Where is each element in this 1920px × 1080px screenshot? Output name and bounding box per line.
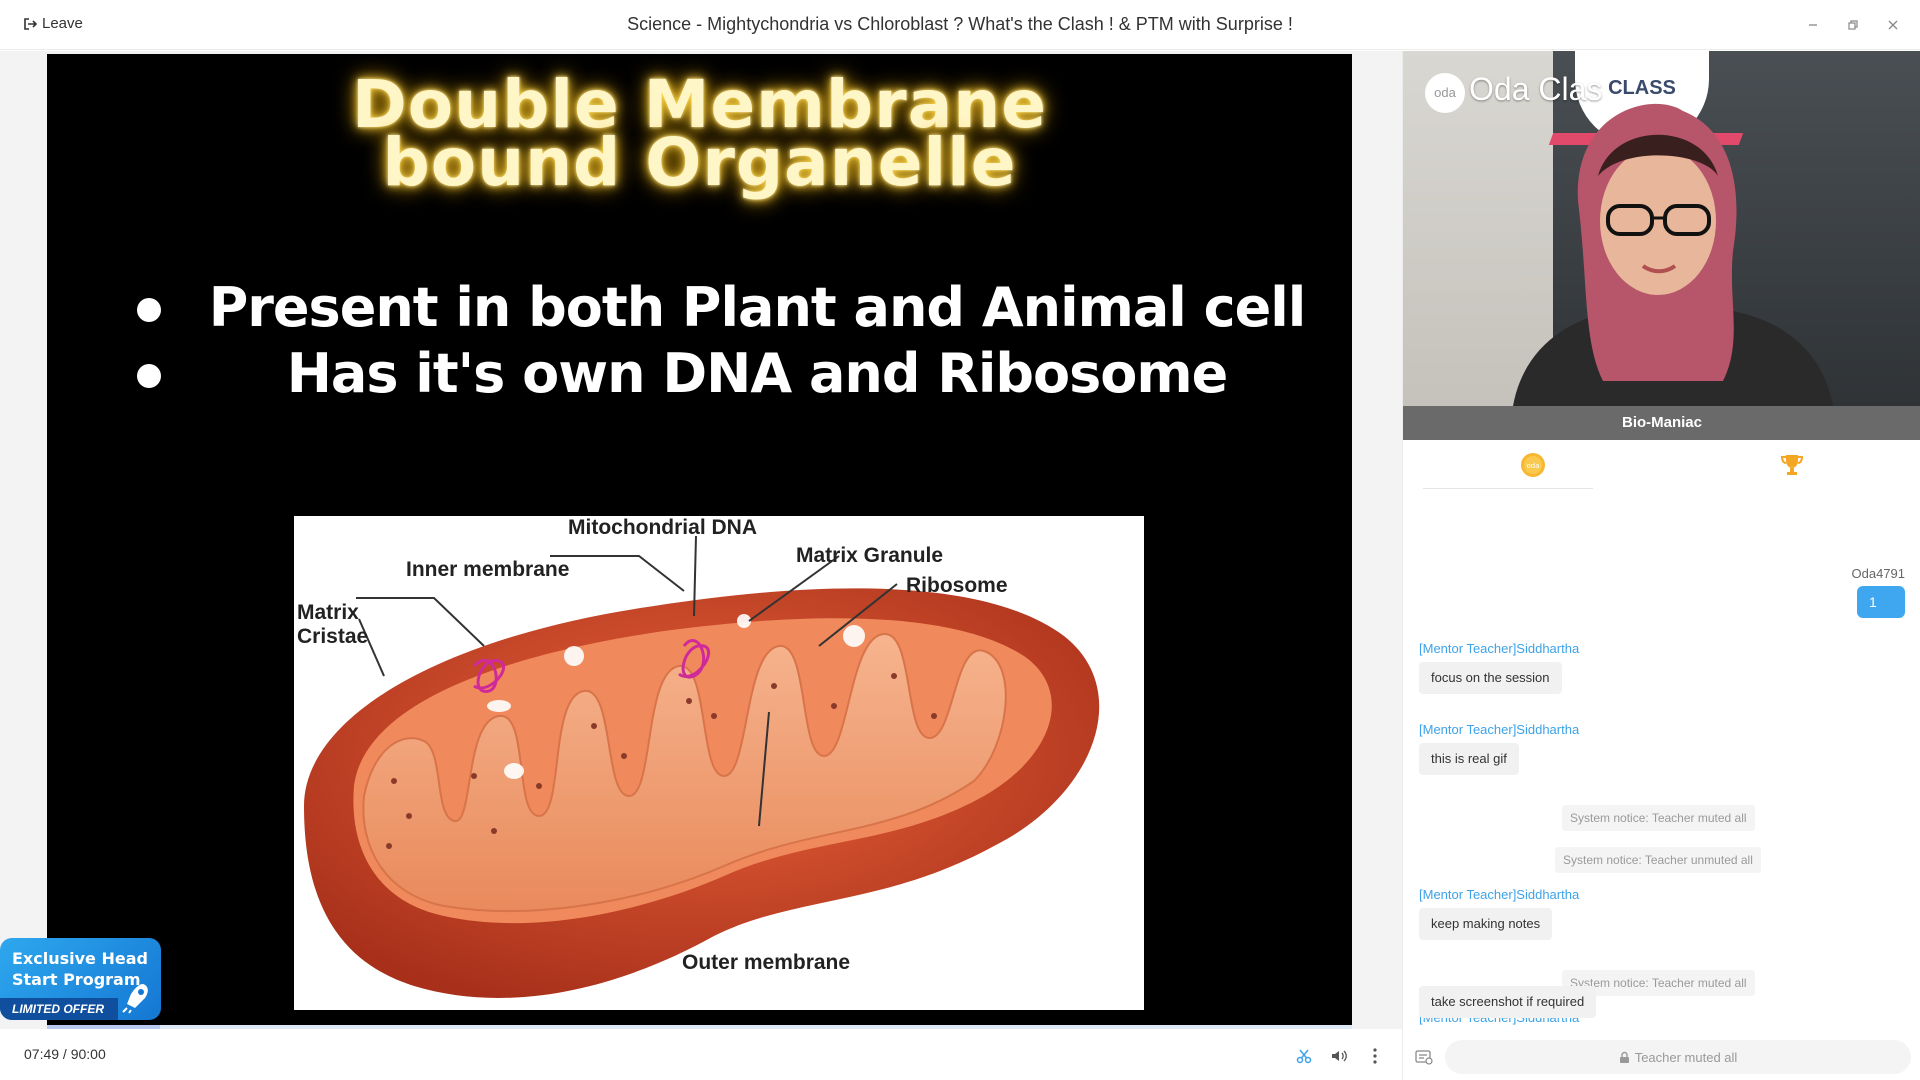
teacher-figure [1513, 103, 1833, 406]
my-username: Oda4791 [1851, 566, 1906, 581]
leave-label: Leave [42, 15, 83, 32]
volume-icon[interactable] [1327, 1044, 1351, 1068]
bullet-item: Present in both Plant and Animal cell [47, 276, 1352, 342]
message-bubble: focus on the session [1419, 662, 1562, 694]
label-cristae: Cristae [297, 625, 369, 648]
message-bubble: this is real gif [1419, 743, 1519, 775]
chat-list: Oda4791 1 [Mentor Teacher]Siddhartha foc… [1403, 496, 1920, 1036]
chat-input-bar: Teacher muted all [1403, 1036, 1920, 1080]
slide-bullets: Present in both Plant and Animal cell Ha… [47, 276, 1352, 408]
mitochondria-diagram: Mitochondrial DNA Inner membrane Matrix … [294, 516, 1144, 1010]
bullet-text: Present in both Plant and Animal cell [208, 276, 1307, 339]
playback-progress-fill [47, 1025, 161, 1029]
scissors-icon[interactable] [1292, 1044, 1316, 1068]
chat-input[interactable]: Teacher muted all [1445, 1040, 1911, 1074]
oda-coin-icon: oda [1520, 453, 1545, 477]
side-panel: CLASS oda Oda Clas Bio-Maniac oda Oda479… [1402, 51, 1920, 1080]
panel-tabs: oda [1403, 440, 1920, 490]
current-time: 07:49 [24, 1046, 60, 1062]
tab-underline [1423, 488, 1593, 489]
promo-banner[interactable]: Exclusive Head Start Program LIMITED OFF… [0, 938, 161, 1020]
close-icon[interactable] [1882, 14, 1904, 36]
my-message-bubble: 1 [1857, 586, 1905, 618]
presentation-slide: Double Membrane bound Organelle Present … [47, 54, 1352, 1026]
trophy-icon [1780, 455, 1803, 475]
label-inner-membrane: Inner membrane [406, 558, 570, 581]
label-matrix: Matrix [297, 601, 359, 624]
teacher-name: Bio-Maniac [1403, 406, 1920, 440]
playback-progress[interactable] [47, 1025, 1352, 1029]
window-title: Science - Mightychondria vs Chloroblast … [627, 14, 1293, 34]
leave-icon [24, 17, 38, 30]
chat-settings-icon[interactable] [1413, 1046, 1435, 1068]
teacher-video: CLASS oda Oda Clas [1403, 51, 1920, 406]
leave-button[interactable]: Leave [22, 15, 83, 32]
mitochondria-illustration [304, 535, 1100, 998]
label-ribosome: Ribosome [906, 574, 1008, 597]
tab-leaderboard[interactable] [1662, 440, 1920, 490]
label-mito-dna: Mitochondrial DNA [568, 516, 757, 539]
time-separator: / [59, 1046, 71, 1062]
bullet-dot [137, 298, 161, 322]
promo-tag: LIMITED OFFER [0, 998, 118, 1020]
message-bubble: take screenshot if required [1419, 986, 1597, 1018]
bullet-dot [137, 364, 161, 388]
title-bar: Leave Science - Mightychondria vs Chloro… [0, 0, 1920, 50]
slide-title: Double Membrane bound Organelle [47, 72, 1352, 201]
system-notice: System notice: Teacher unmuted all [1555, 847, 1761, 873]
total-time: 90:00 [70, 1046, 106, 1062]
svg-text:oda: oda [1526, 462, 1539, 470]
message-bubble: keep making notes [1419, 908, 1553, 940]
label-outer-membrane: Outer membrane [682, 951, 851, 974]
label-matrix-granule: Matrix Granule [796, 544, 944, 567]
player-controls: 07:49 / 90:00 [0, 1032, 1402, 1080]
more-options-icon[interactable] [1363, 1044, 1387, 1068]
bullet-text: Has it's own DNA and Ribosome [286, 342, 1229, 405]
minimize-icon[interactable] [1802, 14, 1824, 36]
rocket-icon [122, 984, 148, 1014]
lock-icon [1619, 1051, 1629, 1063]
playback-time: 07:49 / 90:00 [24, 1046, 106, 1062]
system-notice: System notice: Teacher muted all [1562, 805, 1755, 831]
slide-title-line2: bound Organelle [382, 124, 1017, 201]
message-sender: [Mentor Teacher]Siddhartha [1419, 887, 1580, 902]
message-sender: [Mentor Teacher]Siddhartha [1419, 722, 1580, 737]
message-sender: [Mentor Teacher]Siddhartha [1419, 641, 1580, 656]
bullet-item: Has it's own DNA and Ribosome [47, 342, 1352, 408]
tab-chat[interactable]: oda [1403, 440, 1662, 490]
restore-icon[interactable] [1842, 14, 1864, 36]
chat-input-placeholder: Teacher muted all [1634, 1049, 1738, 1065]
